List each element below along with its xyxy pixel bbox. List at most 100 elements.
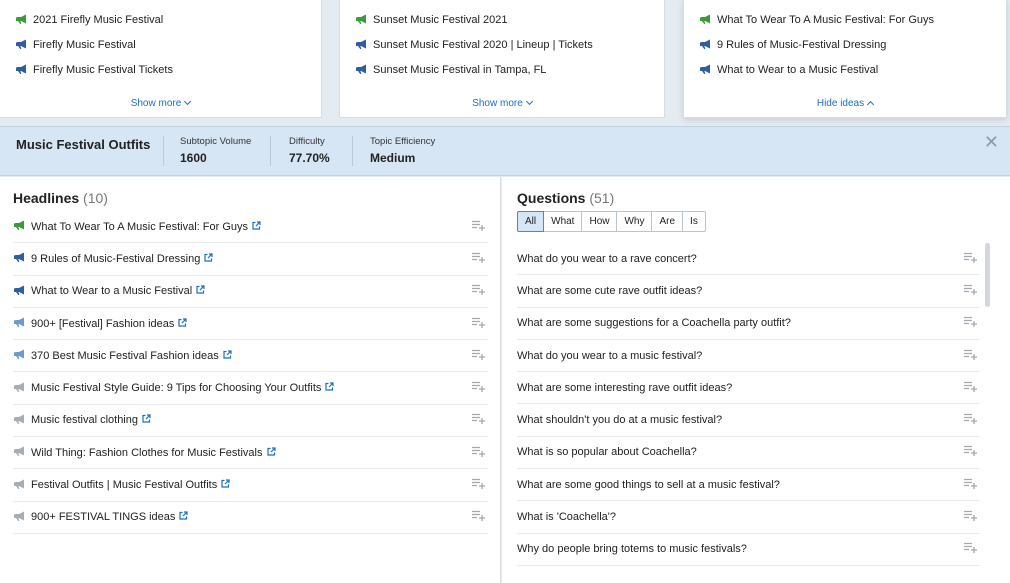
question-text: What do you wear to a music festival? bbox=[517, 349, 703, 362]
external-link-icon[interactable] bbox=[204, 253, 213, 265]
question-text: What do you wear to a rave concert? bbox=[517, 252, 697, 265]
metric-subtopic-volume: Subtopic Volume 1600 bbox=[180, 136, 251, 165]
question-text: What is so popular about Coachella? bbox=[517, 446, 697, 459]
add-to-list-icon[interactable] bbox=[472, 478, 486, 492]
show-more-link[interactable]: Show more bbox=[340, 97, 664, 109]
filter-all-button[interactable]: All bbox=[517, 211, 545, 232]
idea-card: What To Wear To A Music Festival: For Gu… bbox=[683, 0, 1007, 118]
show-more-link[interactable]: Show more bbox=[0, 97, 321, 109]
external-link-icon[interactable] bbox=[325, 382, 335, 394]
card-item[interactable]: 2021 Firefly Music Festival bbox=[15, 13, 163, 27]
headlines-title: Headlines (10) bbox=[13, 190, 108, 206]
headline-row[interactable]: What to Wear to a Music Festival bbox=[13, 276, 488, 308]
chevron-down-icon bbox=[184, 97, 192, 106]
add-to-list-icon[interactable] bbox=[472, 220, 486, 234]
add-to-list-icon[interactable] bbox=[472, 381, 486, 395]
add-to-list-icon[interactable] bbox=[964, 316, 978, 330]
external-link-icon[interactable] bbox=[196, 285, 205, 297]
headline-row[interactable]: Wild Thing: Fashion Clothes for Music Fe… bbox=[13, 437, 488, 470]
add-to-list-icon[interactable] bbox=[964, 284, 978, 298]
add-to-list-icon[interactable] bbox=[964, 349, 978, 363]
question-row[interactable]: What are some interesting rave outfit id… bbox=[517, 372, 980, 405]
external-link-icon[interactable] bbox=[266, 447, 276, 459]
megaphone-lightblue-icon bbox=[13, 316, 25, 331]
card-item-text: Firefly Music Festival bbox=[33, 39, 136, 51]
add-to-list-icon[interactable] bbox=[964, 542, 978, 556]
headline-text: What To Wear To A Music Festival: For Gu… bbox=[31, 220, 249, 233]
add-to-list-icon[interactable] bbox=[964, 510, 978, 524]
metric-value: 1600 bbox=[180, 151, 207, 165]
question-row[interactable]: What is so popular about Coachella? bbox=[517, 437, 980, 470]
add-to-list-icon[interactable] bbox=[472, 349, 486, 363]
card-item[interactable]: Sunset Music Festival 2020 | Lineup | Ti… bbox=[355, 38, 593, 52]
question-row[interactable]: What do you wear to a rave concert? bbox=[517, 243, 980, 276]
question-row[interactable]: What are some cute rave outfit ideas? bbox=[517, 275, 980, 308]
headline-row[interactable]: 9 Rules of Music-Festival Dressing bbox=[13, 243, 488, 276]
add-to-list-icon[interactable] bbox=[964, 381, 978, 395]
scrollbar[interactable] bbox=[985, 243, 990, 307]
card-item[interactable]: What to Wear to a Music Festival bbox=[699, 63, 878, 77]
external-link-icon[interactable] bbox=[252, 221, 261, 233]
question-row[interactable]: What is 'Coachella'? bbox=[517, 501, 980, 534]
question-text: What are some good things to sell at a m… bbox=[517, 478, 780, 491]
add-to-list-icon[interactable] bbox=[472, 510, 486, 524]
close-icon[interactable]: ✕ bbox=[984, 132, 999, 153]
add-to-list-icon[interactable] bbox=[472, 413, 486, 427]
headline-row[interactable]: What To Wear To A Music Festival: For Gu… bbox=[13, 211, 488, 244]
add-to-list-icon[interactable] bbox=[964, 413, 978, 427]
question-row[interactable]: Why do people bring totems to music fest… bbox=[517, 534, 980, 566]
card-item[interactable]: 9 Rules of Music-Festival Dressing bbox=[699, 38, 886, 52]
question-row[interactable]: What are some good things to sell at a m… bbox=[517, 469, 980, 502]
metric-label: Difficulty bbox=[289, 136, 325, 147]
add-to-list-icon[interactable] bbox=[964, 252, 978, 266]
headline-text: 900+ [Festival] Fashion ideas bbox=[31, 317, 175, 330]
headline-row[interactable]: 370 Best Music Festival Fashion ideas bbox=[13, 340, 488, 373]
idea-card: 2021 Firefly Music Festival Firefly Music… bbox=[0, 0, 322, 118]
external-link-icon[interactable] bbox=[221, 479, 230, 491]
add-to-list-icon[interactable] bbox=[472, 317, 486, 331]
add-to-list-icon[interactable] bbox=[964, 445, 978, 459]
headline-row[interactable]: Music Festival Style Guide: 9 Tips for C… bbox=[13, 372, 488, 405]
filter-is-button[interactable]: Is bbox=[683, 211, 706, 232]
add-to-list-icon[interactable] bbox=[472, 252, 486, 266]
metric-topic-efficiency: Topic Efficiency Medium bbox=[370, 136, 435, 165]
add-to-list-icon[interactable] bbox=[472, 446, 486, 460]
card-item-text: Sunset Music Festival 2021 bbox=[373, 14, 508, 26]
metric-difficulty: Difficulty 77.70% bbox=[289, 136, 330, 165]
headline-text: Music festival clothing bbox=[31, 414, 138, 427]
card-item[interactable]: Firefly Music Festival Tickets bbox=[15, 63, 173, 77]
card-item[interactable]: What To Wear To A Music Festival: For Gu… bbox=[699, 13, 934, 27]
filter-why-button[interactable]: Why bbox=[617, 211, 653, 232]
megaphone-green-icon bbox=[699, 13, 711, 28]
headline-row[interactable]: Music festival clothing bbox=[13, 405, 488, 438]
filter-how-button[interactable]: How bbox=[582, 211, 618, 232]
external-link-icon[interactable] bbox=[179, 511, 189, 523]
question-row[interactable]: What are some suggestions for a Coachell… bbox=[517, 308, 980, 340]
topic-summary-bar: Music Festival Outfits Subtopic Volume 1… bbox=[0, 126, 1010, 176]
external-link-icon[interactable] bbox=[223, 350, 232, 362]
card-item[interactable]: Firefly Music Festival bbox=[15, 38, 136, 52]
card-item[interactable]: Sunset Music Festival 2021 bbox=[355, 13, 508, 27]
headline-row[interactable]: 900+ [Festival] Fashion ideas bbox=[13, 308, 488, 341]
add-to-list-icon[interactable] bbox=[964, 478, 978, 492]
card-item[interactable]: Sunset Music Festival in Tampa, FL bbox=[355, 63, 546, 77]
add-to-list-icon[interactable] bbox=[472, 284, 486, 298]
filter-are-button[interactable]: Are bbox=[652, 211, 684, 232]
headline-row[interactable]: 900+ FESTIVAL TINGS ideas bbox=[13, 502, 488, 534]
chevron-down-icon bbox=[525, 97, 533, 106]
filter-what-button[interactable]: What bbox=[544, 211, 583, 232]
external-link-icon[interactable] bbox=[178, 317, 187, 330]
megaphone-gray-icon bbox=[13, 381, 25, 396]
topic-title: Music Festival Outfits bbox=[16, 137, 151, 152]
megaphone-green-icon bbox=[355, 13, 367, 28]
headline-text: Festival Outfits | Music Festival Outfit… bbox=[31, 479, 218, 492]
headline-row[interactable]: Festival Outfits | Music Festival Outfit… bbox=[13, 469, 488, 502]
hide-ideas-link[interactable]: Hide ideas bbox=[684, 98, 1006, 109]
metric-value: Medium bbox=[370, 151, 416, 165]
question-row[interactable]: What shouldn't you do at a music festiva… bbox=[517, 404, 980, 437]
question-row[interactable]: What do you wear to a music festival? bbox=[517, 340, 980, 373]
card-item-text: What to Wear to a Music Festival bbox=[717, 64, 879, 76]
chevron-up-icon bbox=[867, 100, 875, 109]
external-link-icon[interactable] bbox=[142, 414, 151, 426]
headline-text: 900+ FESTIVAL TINGS ideas bbox=[31, 511, 176, 524]
